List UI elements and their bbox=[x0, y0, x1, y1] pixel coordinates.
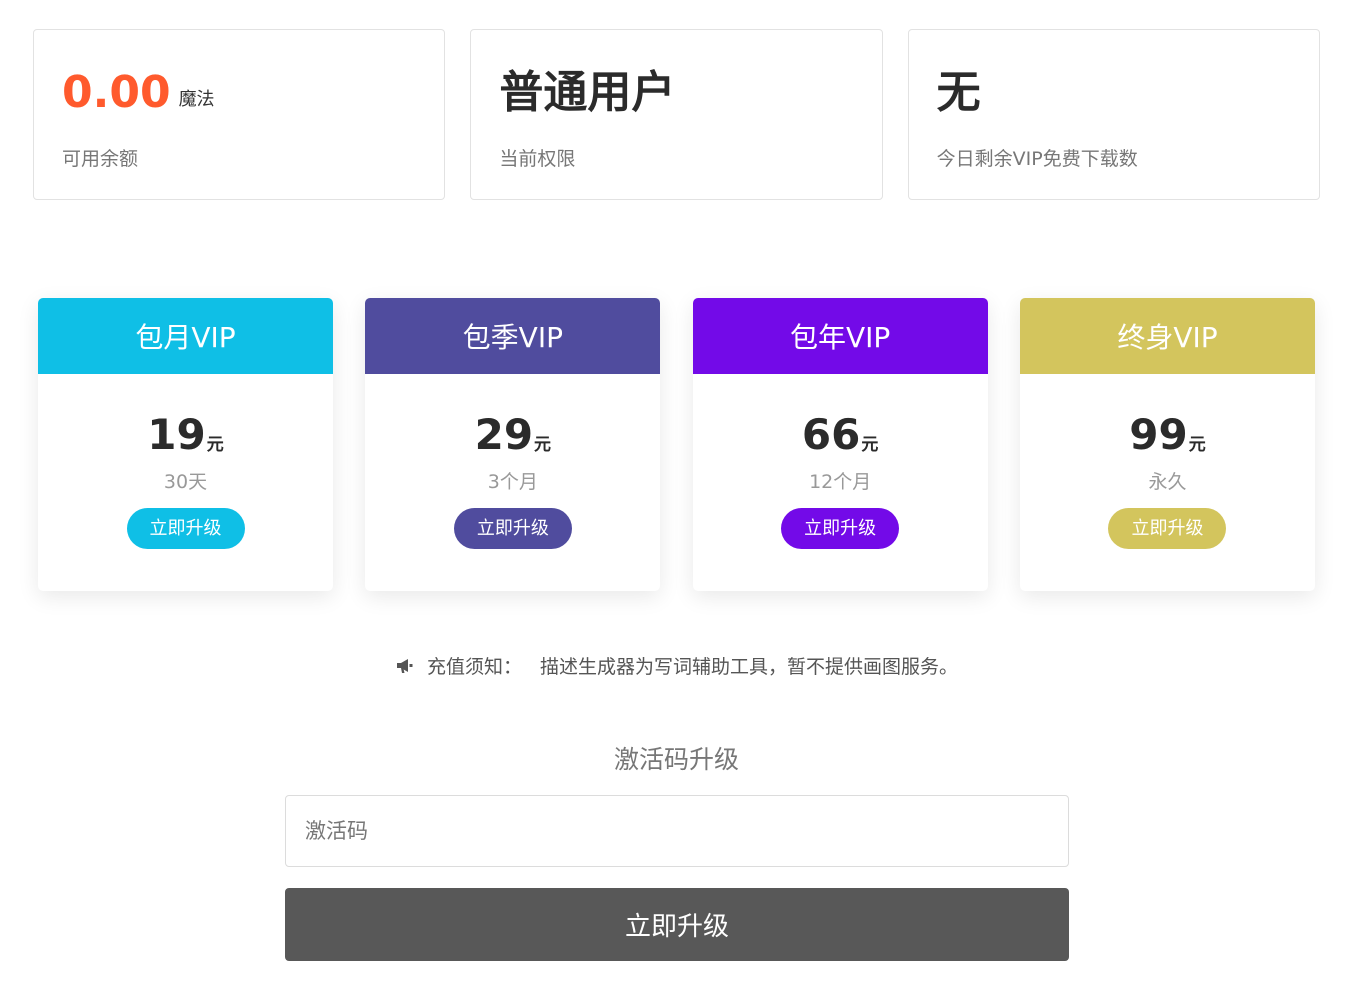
vip-plans: 包月VIP 19 元 30天 立即升级 包季VIP 29 元 3个月 立即升级 bbox=[38, 298, 1315, 591]
plan-duration: 30天 bbox=[163, 471, 208, 493]
free-downloads-label: 今日剩余VIP免费下载数 bbox=[936, 148, 1138, 170]
plan-title: 终身VIP bbox=[1019, 298, 1315, 374]
balance-card: 0.00 魔法 可用余额 bbox=[33, 29, 446, 200]
upgrade-lifetime-button[interactable]: 立即升级 bbox=[1108, 508, 1227, 549]
plan-title: 包月VIP bbox=[38, 298, 333, 374]
plan-currency: 元 bbox=[861, 435, 879, 455]
plan-price: 29 bbox=[474, 410, 534, 459]
plan-price: 66 bbox=[801, 410, 861, 459]
plan-price: 99 bbox=[1129, 410, 1188, 459]
plan-card-lifetime: 终身VIP 99 元 永久 立即升级 bbox=[1019, 298, 1315, 591]
plan-currency: 元 bbox=[534, 435, 552, 455]
account-stats: 0.00 魔法 可用余额 普通用户 当前权限 无 今日剩余VIP免费下载数 bbox=[33, 29, 1320, 200]
activation-code-input[interactable] bbox=[285, 795, 1069, 867]
plan-duration: 12个月 bbox=[809, 471, 872, 493]
notice-prefix: 充值须知： bbox=[426, 656, 522, 678]
plan-duration: 永久 bbox=[1148, 471, 1187, 493]
plan-duration: 3个月 bbox=[487, 471, 538, 493]
balance-label: 可用余额 bbox=[62, 148, 139, 170]
notice-text: 描述生成器为写词辅助工具，暂不提供画图服务。 bbox=[540, 656, 959, 678]
permission-card: 普通用户 当前权限 bbox=[470, 29, 883, 200]
plan-title: 包年VIP bbox=[692, 298, 988, 374]
permission-value: 普通用户 bbox=[499, 67, 676, 118]
plan-card-monthly: 包月VIP 19 元 30天 立即升级 bbox=[38, 298, 333, 591]
plan-price: 19 bbox=[147, 410, 206, 459]
megaphone-icon bbox=[395, 657, 415, 673]
plan-currency: 元 bbox=[1188, 435, 1206, 455]
free-downloads-card: 无 今日剩余VIP免费下载数 bbox=[907, 29, 1320, 200]
upgrade-monthly-button[interactable]: 立即升级 bbox=[126, 508, 245, 549]
free-downloads-value: 无 bbox=[936, 67, 981, 118]
plan-card-quarterly: 包季VIP 29 元 3个月 立即升级 bbox=[365, 298, 661, 591]
plan-currency: 元 bbox=[206, 435, 224, 455]
plan-title: 包季VIP bbox=[365, 298, 661, 374]
balance-unit: 魔法 bbox=[178, 89, 215, 110]
balance-value: 0.00 bbox=[62, 67, 171, 118]
vip-page: 0.00 魔法 可用余额 普通用户 当前权限 无 今日剩余VIP免费下载数 包月… bbox=[0, 0, 1353, 990]
recharge-notice: 充值须知： 描述生成器为写词辅助工具，暂不提供画图服务。 bbox=[0, 652, 1353, 679]
activation-title: 激活码升级 bbox=[613, 745, 739, 774]
upgrade-quarterly-button[interactable]: 立即升级 bbox=[453, 508, 572, 549]
plan-card-yearly: 包年VIP 66 元 12个月 立即升级 bbox=[692, 298, 988, 591]
upgrade-yearly-button[interactable]: 立即升级 bbox=[781, 508, 900, 549]
permission-label: 当前权限 bbox=[499, 148, 576, 170]
activation-upgrade-button[interactable]: 立即升级 bbox=[285, 888, 1069, 961]
